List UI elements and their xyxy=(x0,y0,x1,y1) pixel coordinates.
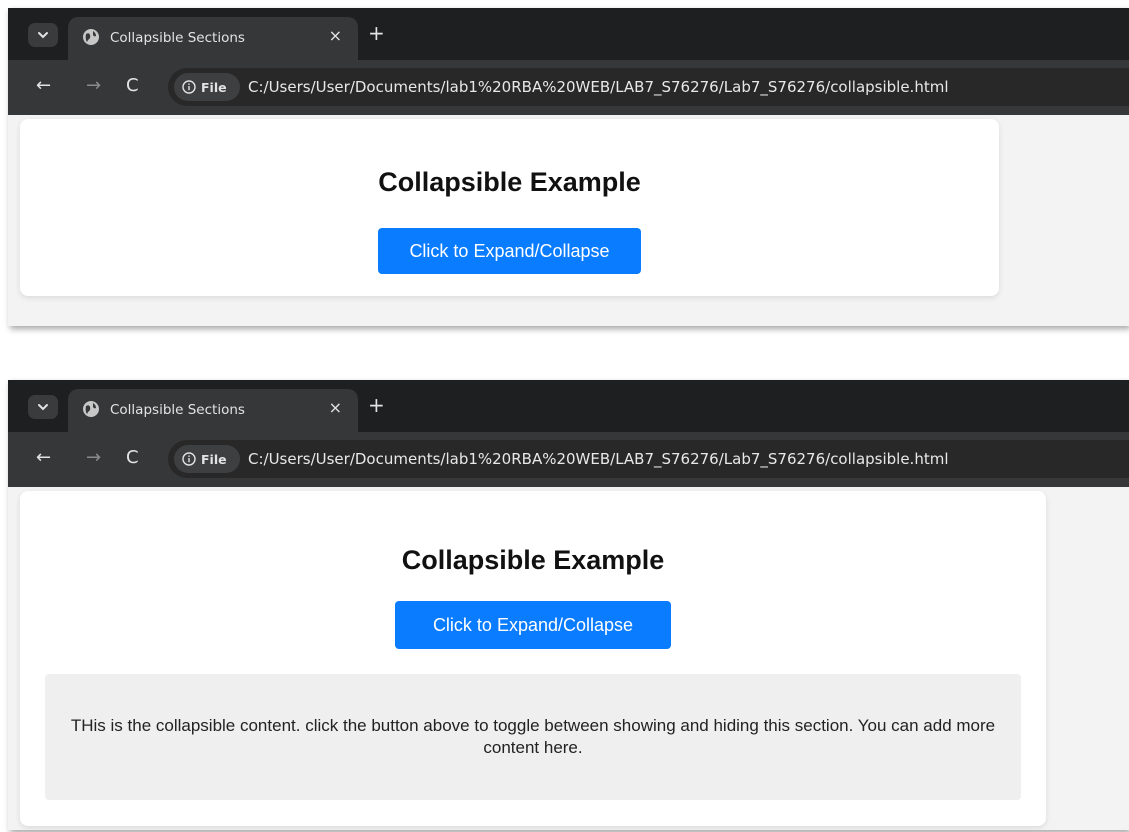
page-heading: Collapsible Example xyxy=(401,545,665,575)
tab-collapsible-sections[interactable]: Collapsible Sections × xyxy=(68,389,358,432)
globe-icon xyxy=(83,29,99,45)
page-viewport: Collapsible Example Click to Expand/Coll… xyxy=(8,115,1129,326)
tab-search-button[interactable] xyxy=(28,23,58,47)
expand-collapse-button[interactable]: Click to Expand/Collapse xyxy=(395,601,671,649)
browser-toolbar: ← → C File C:/Users/User/Documents/lab1%… xyxy=(8,60,1129,115)
site-info-chip[interactable]: File xyxy=(174,73,240,101)
collapsible-container: Collapsible Example Click to Expand/Coll… xyxy=(20,491,1046,826)
page-heading: Collapsible Example xyxy=(378,167,641,197)
forward-arrow-icon[interactable]: → xyxy=(86,447,101,468)
tab-strip: Collapsible Sections × + xyxy=(8,8,1129,60)
collapsible-content-text: THis is the collapsible content. click t… xyxy=(70,716,996,757)
browser-toolbar: ← → C File C:/Users/User/Documents/lab1%… xyxy=(8,432,1129,487)
globe-icon xyxy=(83,401,99,417)
address-bar[interactable]: File C:/Users/User/Documents/lab1%20RBA%… xyxy=(168,68,1129,106)
reload-icon[interactable]: C xyxy=(126,75,139,96)
tab-strip: Collapsible Sections × + xyxy=(8,380,1129,432)
screenshot-expanded: Collapsible Sections × + ← → C File C:/U… xyxy=(8,380,1129,830)
close-tab-icon[interactable]: × xyxy=(329,26,342,45)
back-arrow-icon[interactable]: ← xyxy=(36,447,51,468)
file-chip-label: File xyxy=(201,79,227,95)
address-bar[interactable]: File C:/Users/User/Documents/lab1%20RBA%… xyxy=(168,440,1129,478)
url-text[interactable]: C:/Users/User/Documents/lab1%20RBA%20WEB… xyxy=(248,450,949,468)
collapsible-content: THis is the collapsible content. click t… xyxy=(45,674,1021,800)
chevron-down-icon xyxy=(38,32,48,39)
url-text[interactable]: C:/Users/User/Documents/lab1%20RBA%20WEB… xyxy=(248,78,949,96)
info-icon xyxy=(182,80,196,94)
file-chip-label: File xyxy=(201,451,227,467)
expand-collapse-button[interactable]: Click to Expand/Collapse xyxy=(378,228,641,274)
close-tab-icon[interactable]: × xyxy=(329,398,342,417)
page-viewport: Collapsible Example Click to Expand/Coll… xyxy=(8,487,1129,830)
site-info-chip[interactable]: File xyxy=(174,445,240,473)
forward-arrow-icon[interactable]: → xyxy=(86,75,101,96)
collapsible-container: Collapsible Example Click to Expand/Coll… xyxy=(20,119,999,296)
tab-title: Collapsible Sections xyxy=(110,30,245,46)
back-arrow-icon[interactable]: ← xyxy=(36,75,51,96)
tab-title: Collapsible Sections xyxy=(110,402,245,418)
chevron-down-icon xyxy=(38,404,48,411)
tab-search-button[interactable] xyxy=(28,395,58,419)
tab-collapsible-sections[interactable]: Collapsible Sections × xyxy=(68,17,358,60)
info-icon xyxy=(182,452,196,466)
reload-icon[interactable]: C xyxy=(126,447,139,468)
new-tab-icon[interactable]: + xyxy=(368,393,385,417)
screenshot-collapsed: Collapsible Sections × + ← → C File C:/U… xyxy=(8,8,1129,326)
new-tab-icon[interactable]: + xyxy=(368,21,385,45)
